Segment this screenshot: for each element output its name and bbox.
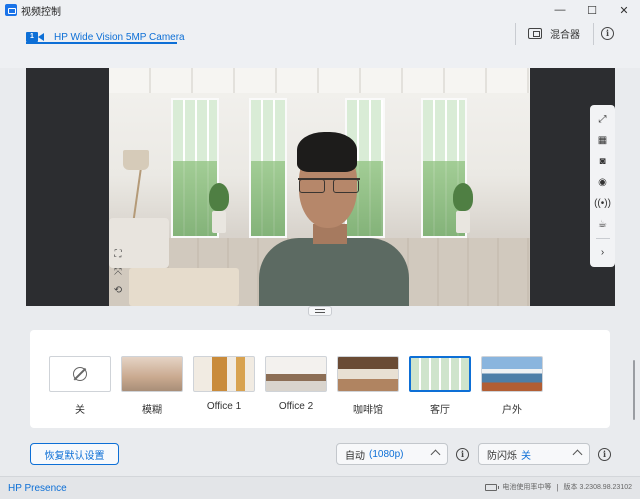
window-controls: — ☐ ✕ (544, 0, 640, 20)
fit-icon[interactable]: ⤧ (110, 264, 126, 280)
camera-name: HP Wide Vision 5MP Camera (54, 31, 185, 43)
version-text: 版本 3.2308.98.23102 (563, 484, 633, 491)
background-label: Office 2 (278, 401, 314, 412)
info-icon[interactable]: i (456, 448, 469, 461)
background-option-office-1[interactable]: Office 1 (193, 356, 255, 412)
resolution-value: (1080p) (369, 448, 404, 460)
no-background-icon (73, 367, 87, 381)
chevron-up-icon (572, 449, 583, 460)
maximize-button[interactable]: ☐ (576, 0, 608, 20)
background-thumbnail (121, 356, 183, 392)
hdr-icon[interactable]: ▦ (594, 132, 612, 149)
reset-defaults-button[interactable]: 恢复默认设置 (30, 443, 119, 465)
divider (593, 23, 594, 45)
info-icon[interactable]: i (598, 448, 611, 461)
background-label: 模糊 (142, 405, 162, 416)
resolution-dropdown[interactable]: 自动 (1080p) (336, 443, 448, 465)
app-icon (5, 4, 17, 16)
chevron-right-icon[interactable]: › (594, 244, 612, 261)
panel-resize-handle[interactable] (308, 306, 332, 316)
window-title: 视频控制 (21, 6, 61, 18)
background-label: Office 1 (206, 401, 242, 412)
broadcast-icon[interactable]: ((•)) (594, 195, 612, 212)
background-thumbnail-selected (409, 356, 471, 392)
background-option-office-2[interactable]: Office 2 (265, 356, 327, 412)
anti-flicker-dropdown[interactable]: 防闪烁 关 (478, 443, 590, 465)
record-icon[interactable]: ◉ (594, 174, 612, 191)
rotate-icon[interactable]: ⟲ (110, 282, 126, 298)
background-thumbnail (265, 356, 327, 392)
separator-icon: | (556, 482, 559, 492)
minimize-button[interactable]: — (544, 0, 576, 20)
divider (515, 23, 516, 45)
video-camera-icon: 1 (26, 32, 44, 42)
anti-flicker-value: 关 (521, 450, 531, 462)
scrollbar[interactable] (633, 360, 635, 420)
framing-tools: ⛶ ⤧ ⟲ (110, 246, 128, 298)
background-label: 户外 (502, 405, 522, 416)
background-panel: 关 模糊 Office 1 Office 2 咖啡馆 客厅 户外 (30, 330, 610, 428)
background-thumbnail (193, 356, 255, 392)
background-option-blur[interactable]: 模糊 (121, 356, 183, 416)
camera-preview: ⛶ ⤧ ⟲ ⤢ ▦ ◙ ◉ ((•)) ☕ › (26, 68, 615, 306)
mixer-button[interactable]: 混合器 (528, 26, 580, 41)
brand-name: HP Presence (8, 482, 67, 494)
close-button[interactable]: ✕ (608, 0, 640, 20)
background-thumbnail (481, 356, 543, 392)
title-bar: 视频控制 — ☐ ✕ (0, 0, 640, 20)
background-option-cafe[interactable]: 咖啡馆 (337, 356, 399, 416)
anti-flicker-label: 防闪烁 (487, 450, 517, 462)
background-label: 咖啡馆 (353, 405, 383, 416)
battery-status: 电池使用率中等 (502, 484, 552, 491)
background-thumbnail (337, 356, 399, 392)
user-video (259, 132, 409, 306)
background-option-living-room[interactable]: 客厅 (409, 356, 471, 416)
camera-toolbar: ⤢ ▦ ◙ ◉ ((•)) ☕ › (590, 105, 615, 267)
crop-icon[interactable]: ⛶ (110, 246, 126, 262)
battery-icon (485, 483, 500, 491)
chevron-up-icon (430, 449, 441, 460)
background-thumbnail (49, 356, 111, 392)
divider (595, 238, 610, 239)
camera-snapshot-icon[interactable]: ◙ (594, 153, 612, 170)
footer: HP Presence 电池使用率中等 | 版本 3.2308.98.23102 (0, 476, 640, 499)
tab-camera[interactable]: 1 HP Wide Vision 5MP Camera (26, 26, 185, 48)
status-area: 电池使用率中等 | 版本 3.2308.98.23102 (485, 482, 632, 492)
background-label: 客厅 (430, 405, 450, 416)
living-room-background (109, 68, 530, 306)
camera-index: 1 (26, 32, 38, 42)
info-icon[interactable]: i (601, 27, 614, 40)
expand-icon[interactable]: ⤢ (594, 111, 612, 128)
active-tab-indicator (26, 42, 177, 44)
coffee-icon[interactable]: ☕ (594, 216, 612, 233)
header: 1 HP Wide Vision 5MP Camera 混合器 i (0, 20, 640, 68)
background-option-none[interactable]: 关 (49, 356, 111, 416)
picture-in-picture-icon (528, 28, 542, 39)
mixer-label: 混合器 (550, 30, 580, 41)
resolution-label: 自动 (345, 450, 365, 462)
background-option-outdoor[interactable]: 户外 (481, 356, 543, 416)
background-label: 关 (75, 405, 85, 416)
